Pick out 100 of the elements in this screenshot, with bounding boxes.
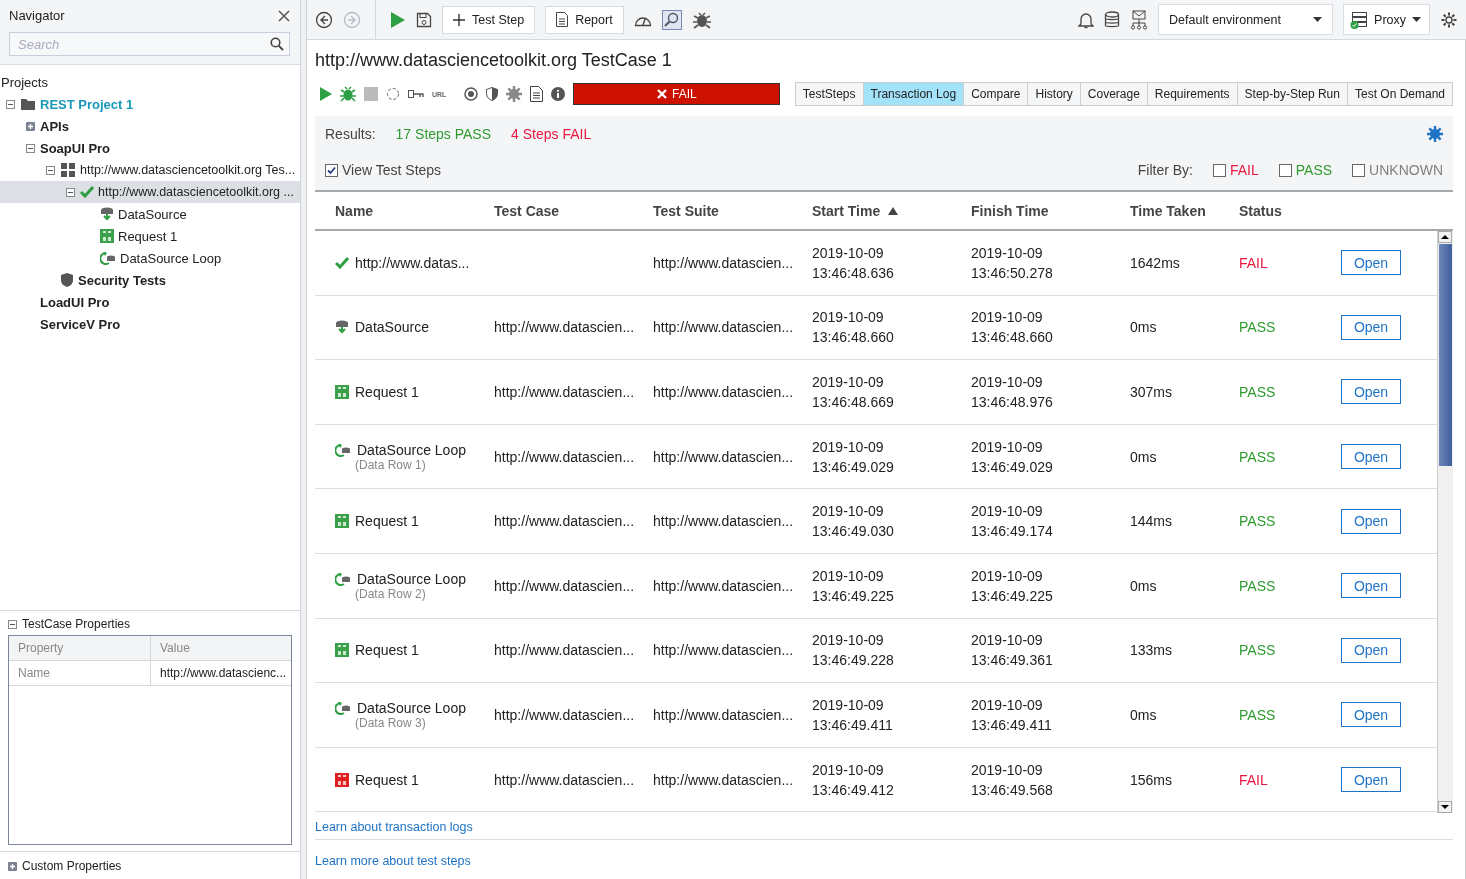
column-header: Property [9, 636, 151, 660]
panel-title: Navigator [9, 8, 65, 23]
table-cell: http://www.datascien... [653, 577, 794, 594]
table-cell: http://www.datascien... [494, 513, 635, 530]
tab[interactable]: Transaction Log [863, 83, 965, 105]
tab[interactable]: Test On Demand [1347, 83, 1452, 105]
table-cell: Name [9, 661, 151, 685]
table-cell-text: (Data Row 3) [354, 715, 427, 730]
status-text: PASS [1239, 384, 1276, 400]
column-header[interactable]: Test Suite [653, 202, 812, 219]
table-cell: http://www.datascien... [653, 706, 794, 723]
table-cell: 0ms [1130, 577, 1157, 594]
table-cell: 1642ms [1130, 254, 1180, 271]
table-cell-text: http://www.datascienc... [159, 665, 288, 682]
column-header[interactable]: Start Time [812, 202, 971, 219]
help-link[interactable]: Learn more about test steps [315, 840, 1453, 873]
status-text: PASS [1239, 642, 1276, 659]
tree-item[interactable]: http://www.datasciencetoolkit.org Tes... [0, 159, 300, 181]
tab[interactable]: Requirements [1147, 83, 1238, 105]
table-cell: 2019-10-09 13:46:49.568 [971, 761, 1053, 798]
checkbox-label[interactable]: UNKNOWN [1369, 162, 1443, 178]
checkbox-label[interactable]: FAIL [1230, 162, 1259, 178]
summary-count: 17 Steps PASS [395, 126, 492, 142]
table-cell: 2019-10-09 13:46:48.660 [812, 309, 894, 346]
table-cell: DataSource Loop [357, 699, 466, 716]
add-test-step-button[interactable]: Test Step [442, 5, 536, 34]
open-button[interactable]: Open [1341, 250, 1401, 276]
tab[interactable]: History [1028, 83, 1081, 105]
environment-dropdown[interactable]: Default environment [1158, 4, 1334, 35]
table-cell: 2019-10-09 13:46:49.174 [971, 503, 1053, 540]
table-cell: 0ms [1130, 319, 1157, 336]
tab[interactable]: TestSteps [795, 83, 864, 105]
table-cell: 2019-10-09 13:46:49.029 [812, 438, 894, 475]
tree-item[interactable]: DataSource [0, 203, 300, 225]
status-text: PASS [1239, 706, 1276, 723]
tree-item[interactable]: http://www.datasciencetoolkit.org ... [0, 181, 300, 203]
tab[interactable]: Compare [964, 83, 1029, 105]
table-cell: http://www.datascien... [494, 706, 635, 723]
open-button[interactable]: Open [1341, 508, 1401, 534]
table-cell: 2019-10-09 13:46:49.412 [812, 761, 894, 798]
status-text: PASS [1239, 513, 1276, 530]
status-text: FAIL [672, 87, 697, 101]
status-text: PASS [1239, 577, 1276, 594]
table-cell: 2019-10-09 13:46:49.225 [971, 567, 1053, 604]
column-header[interactable]: Test Case [494, 202, 653, 219]
tree-item[interactable]: SoapUI Pro [0, 137, 300, 159]
tree-item[interactable]: Request 1 [0, 225, 300, 247]
table-cell: 2019-10-09 13:46:49.029 [971, 438, 1053, 475]
open-button[interactable]: Open [1341, 314, 1401, 340]
column-header[interactable]: Finish Time [971, 202, 1130, 219]
table-cell: http://www.datascien... [653, 319, 794, 336]
section-title: TestCase Properties [22, 617, 131, 631]
open-button[interactable]: Open [1341, 637, 1401, 663]
column-header[interactable]: Time Taken [1130, 202, 1239, 219]
tab[interactable]: Coverage [1080, 83, 1148, 105]
tree-item[interactable]: APIs [0, 115, 300, 137]
table-cell: http://www.datascien... [494, 384, 635, 400]
results-label: Results: [325, 126, 376, 142]
column-header[interactable]: Name [315, 202, 494, 219]
table-cell: DataSource Loop [357, 441, 466, 458]
table-cell: http://www.datascien... [494, 771, 635, 788]
status-text: PASS [1239, 319, 1276, 336]
table-cell: 2019-10-09 13:46:48.976 [971, 374, 1053, 410]
proxy-button[interactable]: Proxy [1343, 4, 1430, 35]
tab[interactable]: Step-by-Step Run [1237, 83, 1348, 105]
tree-item[interactable]: Security Tests [0, 269, 300, 291]
table-cell: Request 1 [355, 771, 419, 788]
table-cell: http://www.datascien... [653, 448, 794, 465]
tree-item[interactable]: LoadUI Pro [0, 291, 300, 313]
table-cell-text: (Data Row 1) [354, 457, 427, 472]
table-cell: 2019-10-09 13:46:49.030 [812, 503, 894, 540]
report-button[interactable]: Report [545, 5, 624, 34]
help-link[interactable]: Learn about transaction logs [315, 813, 1453, 840]
tree-item[interactable]: DataSource Loop [0, 247, 300, 269]
table-cell: http://www.datascien... [653, 513, 794, 530]
table-cell: Request 1 [355, 384, 419, 400]
table-cell: http://www.datascien... [653, 254, 794, 271]
open-button[interactable]: Open [1341, 767, 1401, 793]
table-cell: 133ms [1130, 642, 1173, 659]
open-button[interactable]: Open [1341, 573, 1401, 599]
table-cell: 2019-10-09 13:46:48.660 [971, 309, 1053, 346]
table-cell: 2019-10-09 13:46:48.636 [812, 244, 894, 281]
table-cell: 307ms [1130, 384, 1173, 400]
open-button[interactable]: Open [1341, 702, 1401, 728]
table-cell: 2019-10-09 13:46:49.411 [971, 696, 1052, 733]
table-cell: 2019-10-09 13:46:50.278 [971, 244, 1053, 281]
table-cell: http://www.datascien... [494, 642, 635, 659]
table-cell: http://www.datascien... [494, 319, 635, 336]
open-button[interactable]: Open [1341, 444, 1401, 470]
table-cell: DataSource Loop [357, 570, 466, 587]
table-cell: Request 1 [355, 642, 419, 659]
open-button[interactable]: Open [1341, 379, 1401, 405]
tree-item[interactable]: ServiceV Pro [0, 313, 300, 335]
search-field[interactable]: Search [9, 32, 290, 56]
checkbox-label[interactable]: View Test Steps [342, 162, 442, 178]
table-cell: 2019-10-09 13:46:49.228 [812, 632, 894, 669]
table-cell: http://www.datascien... [653, 642, 794, 659]
table-cell: 0ms [1130, 706, 1157, 723]
table-cell: Request 1 [355, 513, 419, 530]
column-header[interactable]: Status [1239, 202, 1341, 219]
